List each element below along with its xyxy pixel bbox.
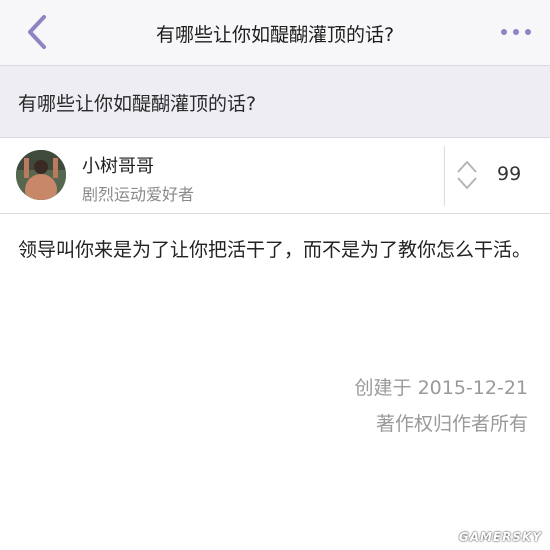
question-title[interactable]: 有哪些让你如醍醐灌顶的话? [18, 89, 256, 116]
avatar[interactable] [16, 150, 66, 200]
copyright-notice: 著作权归作者所有 [375, 413, 528, 435]
vote-button[interactable] [455, 158, 479, 192]
author-row: 小树哥哥 剧烈运动爱好者 99 [0, 138, 550, 214]
answer-body: 领导叫你来是为了让你把活干了，而不是为了教你怎么干活。 [18, 239, 532, 261]
watermark-logo: GAMERSKY [458, 530, 542, 544]
vertical-divider [444, 146, 445, 206]
top-navbar: 有哪些让你如醍醐灌顶的话? [0, 0, 550, 66]
more-button[interactable] [496, 24, 536, 40]
vote-arrows-icon [457, 161, 477, 189]
back-button[interactable] [18, 12, 58, 54]
author-name[interactable]: 小树哥哥 [82, 152, 154, 178]
chevron-left-icon [28, 15, 46, 49]
question-header[interactable]: 有哪些让你如醍醐灌顶的话? [0, 66, 550, 138]
more-dots-icon [501, 29, 531, 35]
answer-meta: 创建于 2015-12-21 著作权归作者所有 [355, 370, 528, 442]
nav-title: 有哪些让你如醍醐灌顶的话? [155, 24, 395, 46]
avatar-image [16, 150, 66, 200]
author-bio: 剧烈运动爱好者 [82, 185, 195, 204]
created-date: 创建于 2015-12-21 [354, 377, 528, 399]
vote-count: 99 [497, 163, 522, 185]
